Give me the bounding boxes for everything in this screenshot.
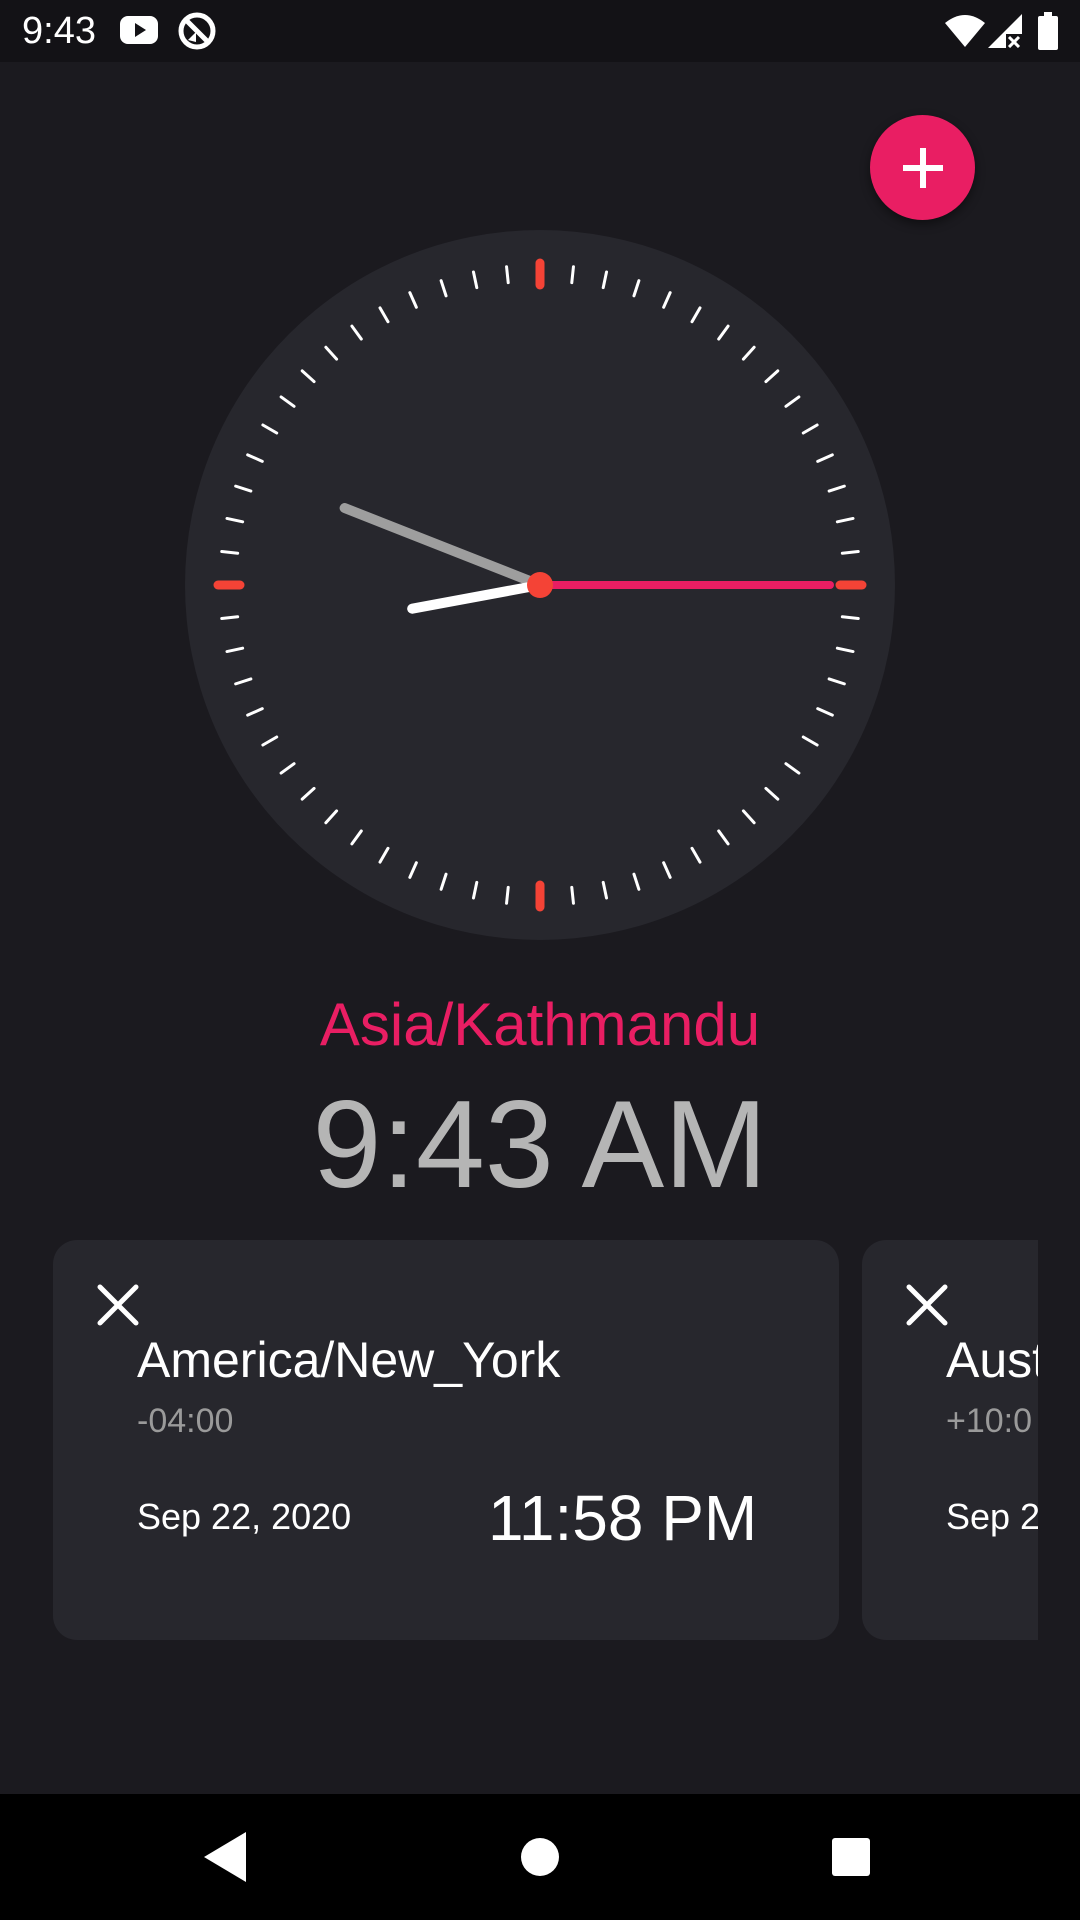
- card-utc-offset: +10:0: [946, 1402, 1033, 1440]
- card-date: Sep 22, 2020: [137, 1496, 352, 1537]
- clock-minor-tick: [840, 550, 860, 555]
- battery-icon: [1038, 12, 1058, 55]
- status-bar: 9:43: [0, 0, 1080, 62]
- card-date: Sep 2: [946, 1496, 1038, 1537]
- city-card[interactable]: Aust +10:0 Sep 2: [862, 1240, 1038, 1640]
- cellular-signal-icon: [988, 14, 1022, 53]
- clock-minor-tick: [505, 885, 510, 905]
- clock-minor-tick: [505, 265, 510, 285]
- clock-minor-tick: [220, 615, 240, 620]
- recents-button[interactable]: [816, 1822, 886, 1892]
- main-timezone-name: Asia/Kathmandu: [319, 991, 761, 1058]
- clock-minor-tick: [840, 615, 860, 620]
- clock-minor-tick: [570, 265, 575, 285]
- clock-minor-tick: [570, 885, 575, 905]
- back-button[interactable]: [192, 1822, 262, 1892]
- clock-center-dot: [527, 572, 553, 598]
- home-icon: [521, 1838, 559, 1876]
- clock-minor-tick: [220, 550, 240, 555]
- card-utc-offset: -04:00: [137, 1402, 234, 1440]
- youtube-icon: [120, 14, 158, 51]
- world-clock-screen: 9:43 Asia/Kathmandu 9:43 AM America/New_…: [0, 0, 1080, 1920]
- home-button[interactable]: [505, 1822, 575, 1892]
- card-city-name: Aust: [946, 1332, 1038, 1388]
- sync-disabled-icon: [176, 10, 218, 57]
- wifi-icon: [944, 14, 986, 53]
- card-city-name: America/New_York: [137, 1332, 561, 1388]
- main-timezone-time: 9:43 AM: [312, 1076, 768, 1214]
- city-card[interactable]: America/New_York -04:00 Sep 22, 2020 11:…: [53, 1240, 839, 1640]
- card-time: 11:58 PM: [488, 1482, 758, 1554]
- plus-icon: [902, 147, 943, 188]
- remove-city-button[interactable]: [95, 1282, 141, 1328]
- close-icon: [97, 1284, 139, 1326]
- analog-clock: [185, 230, 895, 940]
- recents-icon: [832, 1838, 870, 1876]
- back-icon: [204, 1832, 246, 1882]
- add-city-button[interactable]: [870, 115, 975, 220]
- status-time: 9:43: [22, 10, 96, 52]
- close-icon: [906, 1284, 948, 1326]
- city-cards-carousel[interactable]: America/New_York -04:00 Sep 22, 2020 11:…: [0, 1240, 1038, 1640]
- remove-city-button[interactable]: [904, 1282, 950, 1328]
- navigation-bar: [0, 1794, 1080, 1920]
